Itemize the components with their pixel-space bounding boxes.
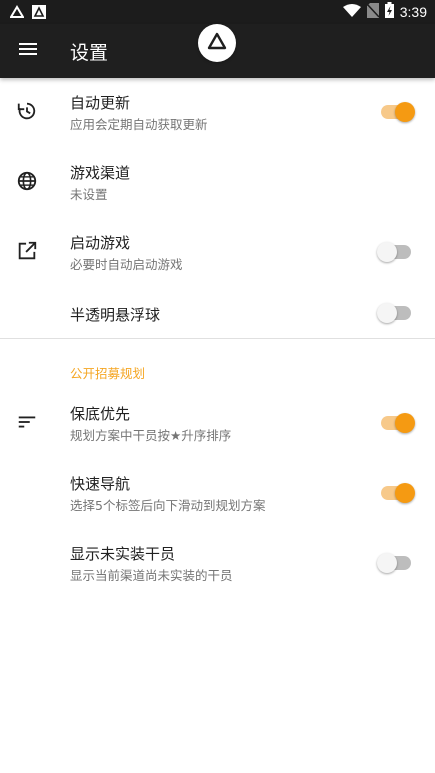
app-logo [198,24,236,62]
toggle-thumb [395,483,415,503]
setting-subtitle: 规划方案中干员按★升序排序 [70,428,232,443]
toggle-thumb [377,553,397,573]
setting-title: 保底优先 [70,405,131,423]
guarantee-priority-toggle[interactable] [379,412,415,434]
status-notifications [9,4,46,23]
section-divider [0,338,435,339]
setting-translucent-float[interactable]: 半透明悬浮球 [0,287,435,339]
setting-title: 快速导航 [70,475,131,493]
translucent-float-toggle[interactable] [377,302,415,324]
setting-quick-nav[interactable]: 快速导航 选择5个标签后向下滑动到规划方案 [0,458,435,528]
launch-game-toggle[interactable] [377,241,415,263]
setting-subtitle: 必要时自动启动游戏 [70,257,183,272]
no-sim-icon [366,2,380,22]
setting-show-unreleased[interactable]: 显示未实装干员 显示当前渠道尚未实装的干员 [0,528,435,598]
toggle-thumb [395,413,415,433]
open-external-icon [15,239,39,263]
setting-subtitle: 显示当前渠道尚未实装的干员 [70,568,233,583]
app-notification-icon [9,4,25,23]
toggle-thumb [395,102,415,122]
setting-guarantee-priority[interactable]: 保底优先 规划方案中干员按★升序排序 [0,388,435,458]
menu-button[interactable] [14,37,42,65]
status-indicators: 3:39 [342,2,427,22]
toggle-thumb [377,303,397,323]
setting-subtitle: 应用会定期自动获取更新 [70,117,208,132]
setting-title: 显示未实装干员 [70,545,176,563]
setting-title: 自动更新 [70,94,131,112]
status-time: 3:39 [399,4,427,20]
toggle-thumb [377,242,397,262]
menu-icon [18,41,38,61]
wifi-icon [342,3,361,22]
setting-launch-game[interactable]: 启动游戏 必要时自动启动游戏 [0,217,435,287]
setting-auto-update[interactable]: 自动更新 应用会定期自动获取更新 [0,77,435,147]
globe-icon [15,169,39,193]
show-unreleased-toggle[interactable] [377,552,415,574]
setting-title: 游戏渠道 [70,164,131,182]
update-history-icon [15,99,39,123]
setting-game-channel[interactable]: 游戏渠道 未设置 [0,147,435,217]
app-bar: 设置 [0,24,435,78]
app-logo-icon [207,32,227,54]
setting-subtitle: 未设置 [70,187,108,202]
section-header: 公开招募规划 [70,366,146,381]
setting-subtitle: 选择5个标签后向下滑动到规划方案 [70,498,266,513]
setting-title: 半透明悬浮球 [70,306,161,324]
auto-update-toggle[interactable] [379,101,415,123]
quick-nav-toggle[interactable] [379,482,415,504]
page-title: 设置 [70,42,109,64]
battery-charging-icon [384,2,394,22]
sort-icon [15,410,39,434]
setting-title: 启动游戏 [70,234,131,252]
status-bar: 3:39 [0,0,435,24]
app-notification-boxed-icon [32,4,46,23]
